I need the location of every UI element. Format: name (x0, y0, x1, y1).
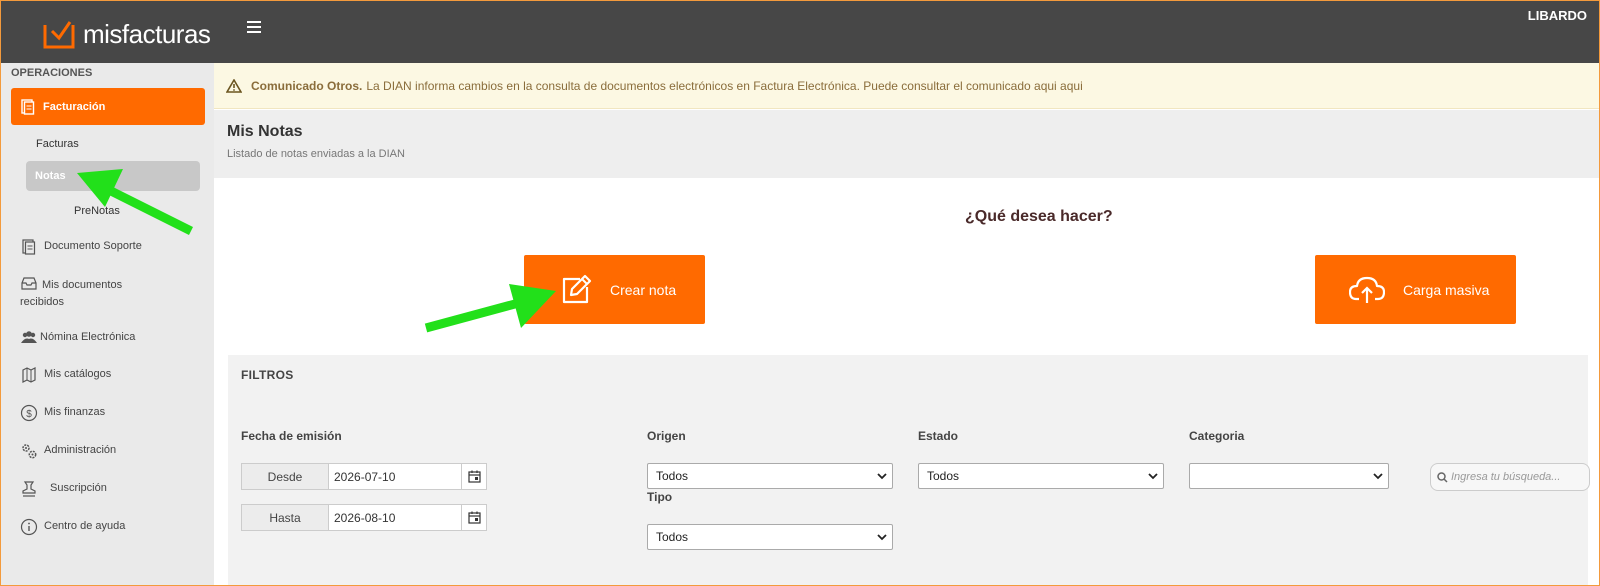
state-select[interactable]: Todos (918, 463, 1164, 489)
announcement-alert: Comunicado Otros. La DIAN informa cambio… (214, 63, 1599, 109)
gears-icon (22, 444, 37, 459)
state-label: Estado (918, 429, 959, 443)
sidebar-item-label: Mis finanzas (44, 406, 106, 418)
sidebar-item-label: Mis catálogos (44, 368, 112, 380)
sidebar-item-centro-ayuda[interactable]: Centro de ayuda (20, 518, 205, 536)
inbox-icon (21, 277, 37, 290)
origin-select-value: Todos (656, 469, 689, 483)
sidebar: OPERACIONES Facturación Facturas Notas P… (1, 63, 214, 585)
sidebar-item-finanzas[interactable]: $ Mis finanzas (20, 404, 205, 422)
date-from-group: Desde 2026-07-10 (241, 463, 487, 490)
search-input[interactable]: Ingresa tu búsqueda... (1430, 463, 1590, 491)
sidebar-item-administracion[interactable]: Administración (20, 442, 205, 460)
filters-title: FILTROS (241, 368, 294, 382)
sidebar-item-facturacion[interactable]: Facturación (11, 88, 205, 125)
sidebar-item-label: Suscripción (50, 482, 107, 494)
sidebar-item-catalogos[interactable]: Mis catálogos (20, 366, 205, 384)
logo[interactable]: misfacturas (43, 19, 211, 49)
sidebar-item-label: Documento Soporte (44, 240, 142, 252)
calendar-icon[interactable] (462, 504, 487, 531)
chevron-down-icon (1373, 473, 1383, 480)
date-from-label: Desde (241, 463, 329, 490)
stamp-icon (22, 481, 36, 497)
map-icon (22, 367, 36, 383)
type-select-value: Todos (656, 530, 689, 544)
origin-select[interactable]: Todos (647, 463, 893, 489)
sidebar-item-label: Administración (44, 444, 117, 456)
origin-label: Origen (647, 429, 686, 443)
sidebar-item-nomina[interactable]: Nómina Electrónica (20, 329, 205, 347)
action-question: ¿Qué desea hacer? (965, 208, 1113, 225)
calendar-icon[interactable] (462, 463, 487, 490)
page-subtitle: Listado de notas enviadas a la DIAN (227, 148, 405, 160)
sidebar-item-documentos-recibidos[interactable]: Mis documentos recibidos (20, 277, 140, 311)
main-content: Comunicado Otros. La DIAN informa cambio… (214, 63, 1599, 585)
sidebar-item-label: Centro de ayuda (44, 520, 126, 532)
issue-date-label: Fecha de emisión (241, 429, 342, 443)
sidebar-item-documento-soporte[interactable]: Documento Soporte (20, 238, 205, 256)
date-to-label: Hasta (241, 504, 329, 531)
state-select-value: Todos (927, 469, 960, 483)
info-icon (20, 518, 38, 536)
category-label: Categoria (1189, 429, 1245, 443)
category-select[interactable] (1189, 463, 1389, 489)
user-menu[interactable]: LIBARDO (1528, 8, 1587, 23)
alert-text: La DIAN informa cambios en la consulta d… (366, 78, 1083, 93)
type-label: Tipo (647, 490, 673, 504)
date-to-group: Hasta 2026-08-10 (241, 504, 487, 531)
brand-name: misfacturas (83, 19, 211, 49)
date-from-input[interactable]: 2026-07-10 (329, 463, 462, 490)
sidebar-subitem-prenotas[interactable]: PreNotas (74, 205, 120, 217)
chevron-down-icon (877, 534, 887, 541)
sidebar-item-suscripcion[interactable]: Suscripción (20, 480, 205, 498)
page-header: Mis Notas Listado de notas enviadas a la… (214, 110, 1599, 178)
sidebar-item-label: Nómina Electrónica (40, 331, 136, 343)
invoice-icon (21, 98, 35, 115)
svg-text:$: $ (26, 409, 32, 420)
sidebar-section-title: OPERACIONES (11, 67, 93, 79)
bulk-upload-button[interactable]: Carga masiva (1315, 255, 1516, 324)
filters-panel: FILTROS Fecha de emisión Desde 2026-07-1… (228, 355, 1590, 585)
warning-icon (226, 78, 242, 93)
top-bar: misfacturas LIBARDO (1, 1, 1599, 63)
type-select[interactable]: Todos (647, 524, 893, 550)
chevron-down-icon (877, 473, 887, 480)
alert-title: Comunicado Otros. (251, 78, 363, 93)
search-placeholder: Ingresa tu búsqueda... (1451, 471, 1561, 483)
app-window: misfacturas LIBARDO OPERACIONES Facturac… (0, 0, 1600, 586)
cloud-upload-icon (1349, 276, 1385, 303)
document-icon (22, 239, 36, 255)
bulk-upload-label: Carga masiva (1403, 281, 1490, 298)
sidebar-item-label: Facturación (43, 100, 106, 113)
users-icon (21, 331, 37, 343)
create-note-button[interactable]: Crear nota (524, 255, 705, 324)
sidebar-subitem-notas[interactable]: Notas (26, 161, 200, 191)
create-note-label: Crear nota (610, 281, 677, 298)
chevron-down-icon (1148, 473, 1158, 480)
menu-toggle-icon[interactable] (247, 21, 261, 35)
sidebar-subitem-facturas[interactable]: Facturas (36, 138, 79, 150)
logo-mark-icon (43, 21, 75, 49)
dollar-icon: $ (20, 404, 38, 422)
edit-note-icon (562, 274, 592, 303)
date-to-input[interactable]: 2026-08-10 (329, 504, 462, 531)
search-icon (1437, 471, 1448, 483)
page-title: Mis Notas (227, 123, 303, 140)
